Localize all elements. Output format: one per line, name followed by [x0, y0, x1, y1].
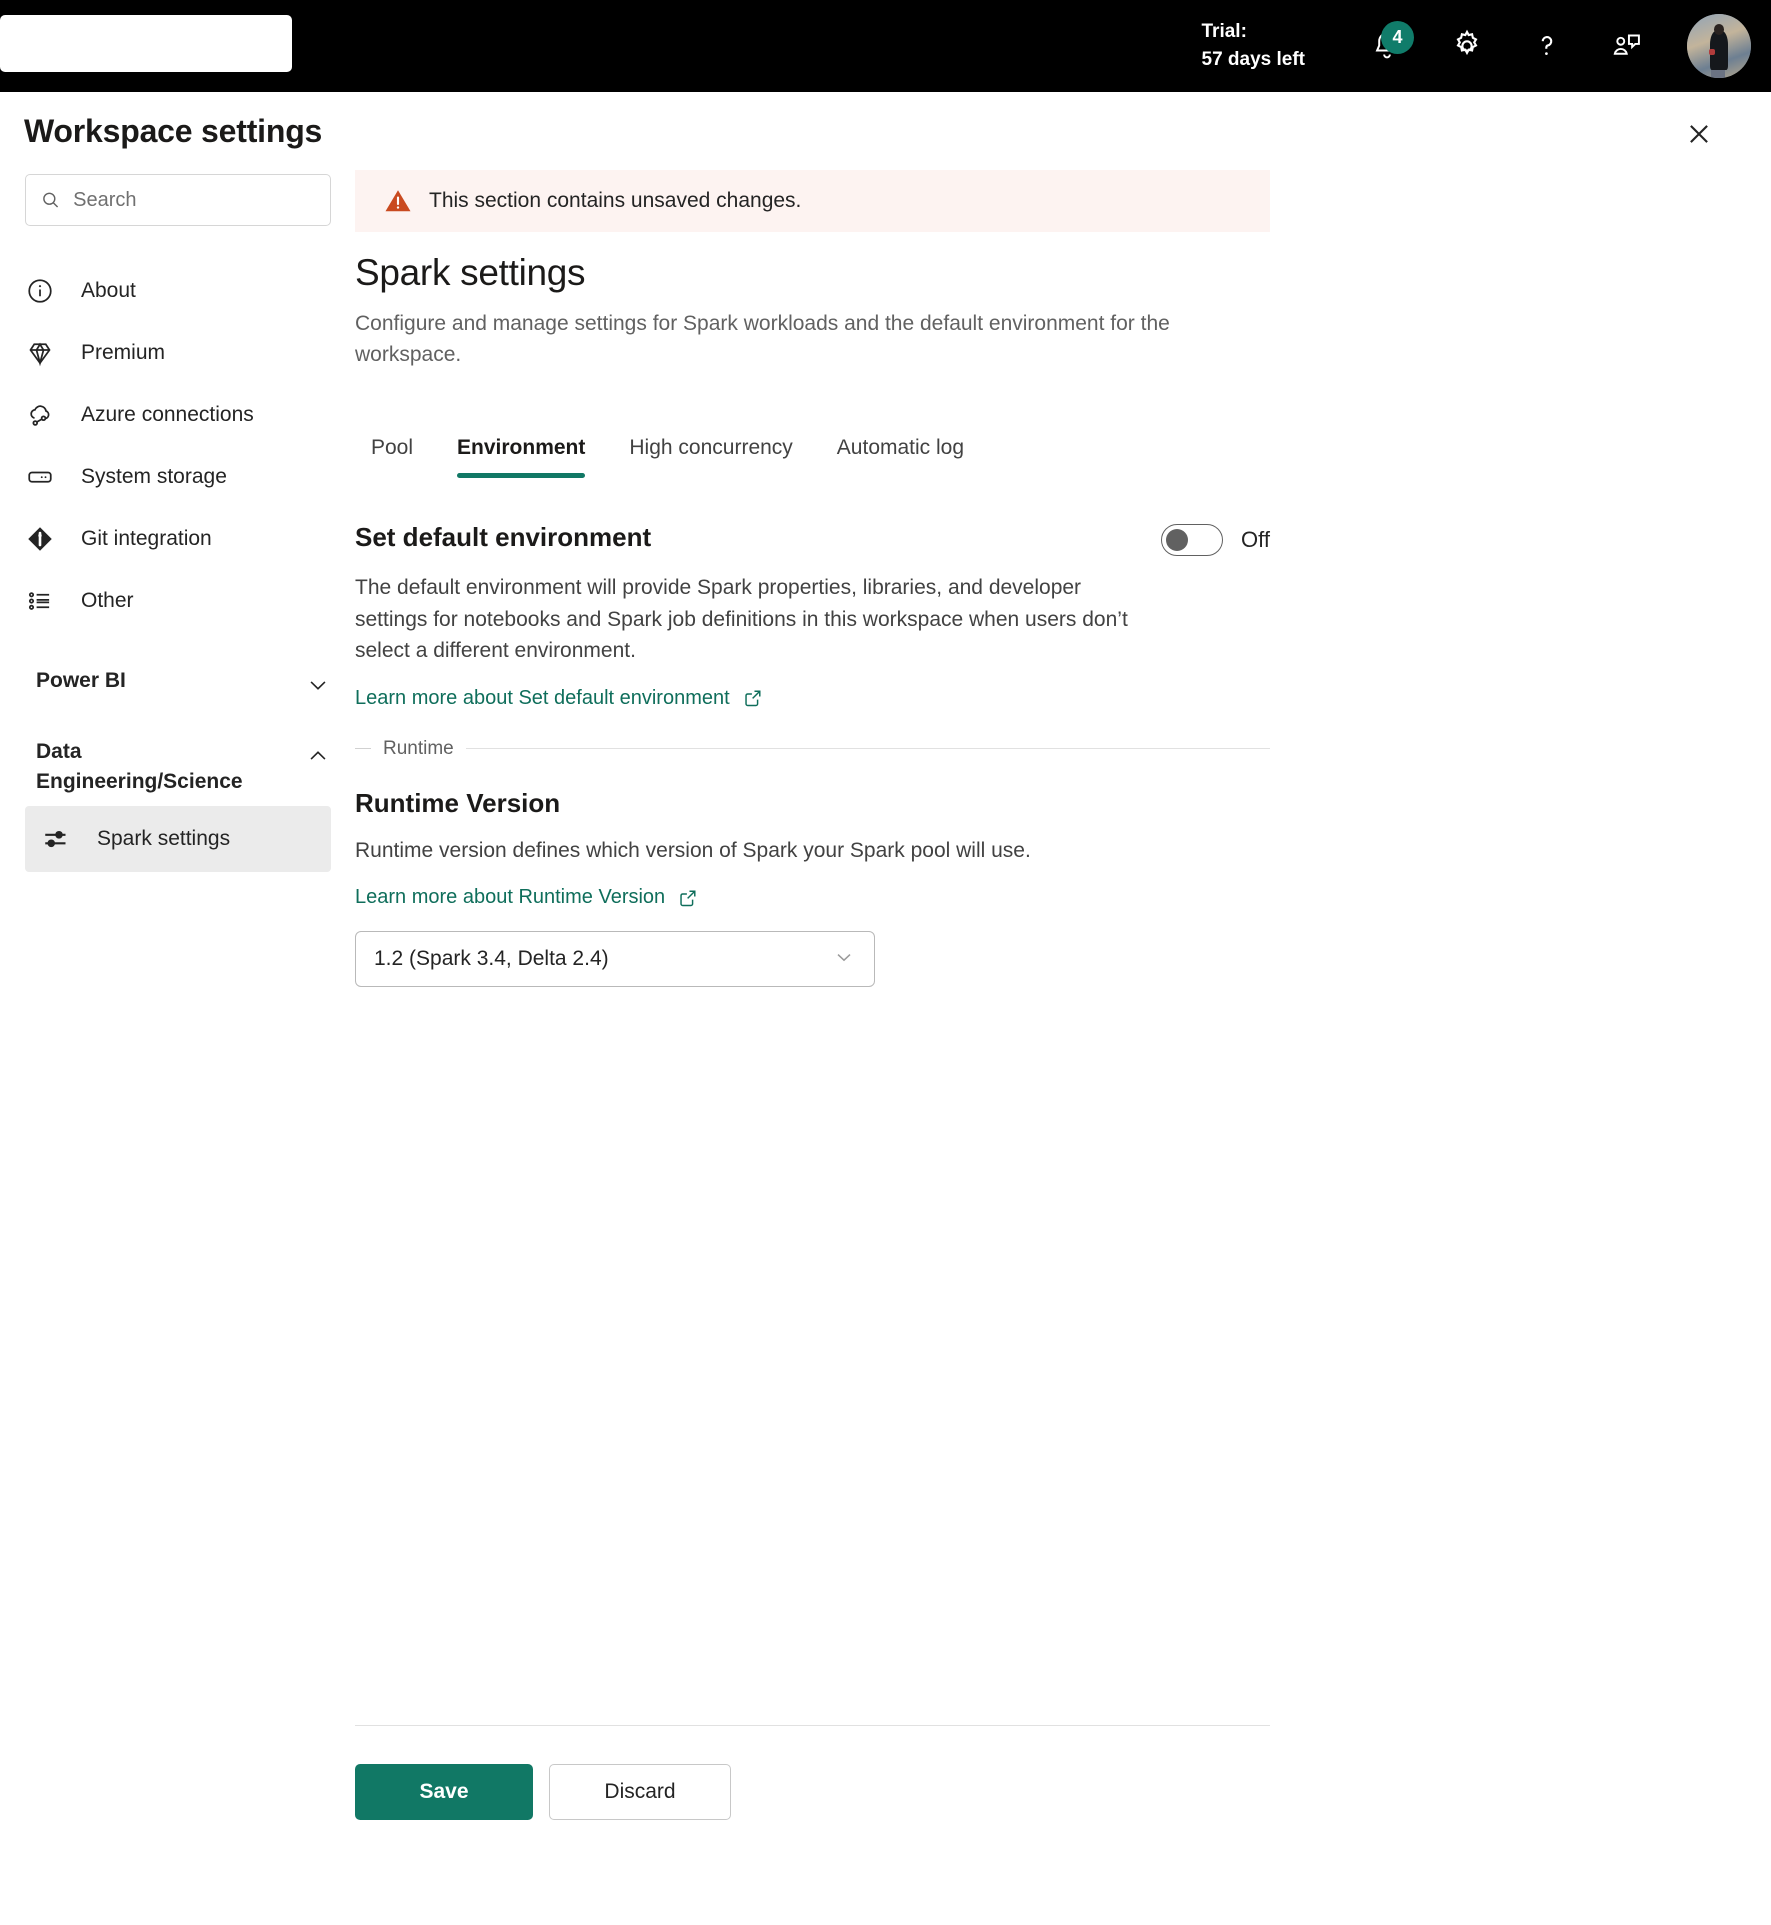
setting-title: Set default environment	[355, 522, 652, 553]
chevron-up-icon	[305, 743, 331, 774]
search-icon	[43, 192, 59, 208]
sidebar-group-power-bi[interactable]: Power BI	[0, 666, 355, 703]
link-label: Learn more about Set default environment	[355, 686, 730, 709]
panel-header: Workspace settings	[0, 92, 1771, 170]
page-title: Workspace settings	[24, 112, 323, 149]
discard-button[interactable]: Discard	[549, 1764, 731, 1820]
sidebar-item-azure-connections[interactable]: Azure connections	[0, 384, 355, 446]
learn-more-set-default-environment-link[interactable]: Learn more about Set default environment	[355, 687, 764, 710]
settings-body: About Premium	[0, 170, 1771, 1925]
runtime-version-dropdown[interactable]: 1.2 (Spark 3.4, Delta 2.4)	[355, 931, 875, 988]
tab-list: Pool Environment High concurrency Automa…	[355, 416, 1270, 479]
sidebar-item-label: Other	[81, 589, 134, 612]
runtime-version-value: 1.2 (Spark 3.4, Delta 2.4)	[374, 947, 609, 971]
unsaved-changes-banner: This section contains unsaved changes.	[355, 170, 1270, 232]
tab-pool[interactable]: Pool	[355, 436, 435, 478]
save-button[interactable]: Save	[355, 1764, 533, 1820]
sidebar-item-label: Git integration	[81, 527, 212, 550]
notification-badge: 4	[1381, 21, 1414, 54]
toggle-knob	[1166, 529, 1189, 552]
sidebar-item-system-storage[interactable]: System storage	[0, 446, 355, 508]
help-button[interactable]	[1516, 15, 1578, 77]
feedback-icon	[1613, 34, 1640, 55]
sidebar-group-data-engineering-science[interactable]: Data Engineering/Science	[0, 737, 355, 798]
list-icon	[25, 586, 67, 616]
notifications-button[interactable]: 4	[1356, 15, 1418, 77]
sidebar-item-git-integration[interactable]: Git integration	[0, 508, 355, 570]
default-environment-toggle-row: Off	[1161, 524, 1270, 557]
tab-automatic-log[interactable]: Automatic log	[815, 436, 986, 478]
close-icon	[1690, 125, 1708, 143]
toggle-state-label: Off	[1241, 527, 1270, 553]
sidebar-group-label: Data Engineering/Science	[36, 740, 243, 794]
external-link-icon	[744, 690, 761, 707]
runtime-version-title: Runtime Version	[355, 787, 561, 818]
trial-label: Trial:	[1201, 21, 1247, 43]
setting-description: The default environment will provide Spa…	[355, 576, 1128, 663]
sidebar-item-label: Premium	[81, 341, 166, 364]
sidebar-nav-list: About Premium Azure connections System s…	[0, 260, 355, 632]
settings-sidebar: About Premium	[0, 170, 355, 1925]
top-app-bar: Trial: 57 days left 4	[0, 0, 1771, 92]
git-icon	[25, 524, 67, 554]
section-heading: Spark settings	[355, 252, 586, 293]
chevron-down-icon	[305, 672, 331, 703]
content-inner: This section contains unsaved changes. S…	[355, 170, 1270, 988]
avatar-accent	[1708, 49, 1716, 55]
learn-more-runtime-version-link[interactable]: Learn more about Runtime Version	[355, 886, 699, 909]
sidebar-item-label: Spark settings	[97, 826, 231, 850]
cloud-link-icon	[25, 400, 67, 430]
external-link-icon	[680, 890, 696, 906]
settings-button[interactable]	[1436, 15, 1498, 77]
link-label: Learn more about Runtime Version	[355, 886, 666, 909]
global-search-input[interactable]	[0, 15, 292, 72]
search-box[interactable]	[25, 174, 331, 226]
tab-environment[interactable]: Environment	[435, 436, 607, 479]
sidebar-item-label: Azure connections	[81, 403, 254, 426]
feedback-button[interactable]	[1596, 15, 1658, 77]
settings-content: This section contains unsaved changes. S…	[355, 170, 1771, 1925]
divider-label-text: Runtime	[383, 737, 454, 759]
runtime-divider: Runtime	[355, 738, 1270, 760]
divider-line	[465, 748, 1270, 750]
section-subheading: Configure and manage settings for Spark …	[355, 312, 1170, 367]
close-button[interactable]	[1677, 112, 1721, 156]
sidebar-item-label: System storage	[81, 465, 227, 488]
warning-icon	[385, 190, 411, 212]
trial-status: Trial: 57 days left	[1202, 18, 1306, 73]
gear-icon	[1456, 29, 1478, 56]
sidebar-item-premium[interactable]: Premium	[0, 322, 355, 384]
runtime-version-description: Runtime version defines which version of…	[355, 838, 1031, 862]
set-default-environment-header: Set default environment Off	[355, 522, 1270, 557]
divider-dash	[355, 748, 371, 750]
avatar[interactable]	[1687, 14, 1751, 78]
chevron-down-icon	[832, 945, 856, 974]
app-bar-right-cluster: Trial: 57 days left 4	[1202, 0, 1771, 92]
tab-high-concurrency[interactable]: High concurrency	[607, 436, 814, 478]
sidebar-group-label: Power BI	[36, 669, 126, 692]
question-mark-icon	[1541, 35, 1553, 55]
default-environment-toggle[interactable]	[1161, 524, 1224, 557]
sidebar-item-label: About	[81, 279, 136, 302]
banner-text: This section contains unsaved changes.	[429, 189, 802, 212]
info-icon	[25, 276, 67, 306]
search-input[interactable]	[73, 188, 316, 212]
sliders-icon	[41, 824, 81, 854]
trial-days-left: 57 days left	[1201, 49, 1306, 70]
sidebar-item-other[interactable]: Other	[0, 570, 355, 632]
storage-icon	[25, 462, 67, 492]
diamond-icon	[25, 338, 67, 368]
sidebar-item-spark-settings[interactable]: Spark settings	[25, 805, 331, 872]
sidebar-item-about[interactable]: About	[0, 260, 355, 322]
footer-separator	[355, 1725, 1270, 1726]
footer-actions: Save Discard	[355, 1764, 731, 1820]
